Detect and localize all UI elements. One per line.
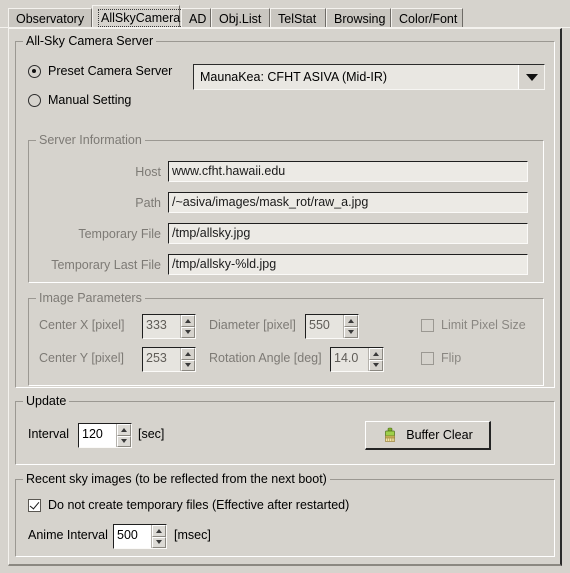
center-y-value: 253	[146, 351, 167, 365]
tab-colorfont[interactable]: Color/Font	[391, 8, 463, 28]
anime-interval-decrement-button[interactable]	[152, 536, 166, 548]
limit-pixel-size-checkbox[interactable]: Limit Pixel Size	[421, 318, 526, 332]
center-x-value: 333	[146, 318, 167, 332]
rotation-angle-decrement-button[interactable]	[369, 359, 383, 371]
checkbox-unchecked-icon	[421, 351, 434, 365]
triangle-down-icon	[185, 330, 191, 335]
anime-interval-spinner[interactable]: 500	[113, 524, 167, 549]
tab-bar: Observatory AllSkyCamera AD Obj.List Tel…	[0, 0, 570, 28]
anime-interval-value: 500	[117, 528, 138, 542]
center-y-spinner[interactable]: 253	[142, 347, 196, 372]
triangle-down-icon	[373, 363, 379, 368]
checkbox-checked-icon	[28, 498, 41, 512]
rotation-angle-value: 14.0	[334, 351, 359, 365]
path-label: Path	[135, 196, 161, 210]
checkbox-unchecked-icon	[421, 318, 434, 332]
rotation-angle-label: Rotation Angle [deg]	[209, 351, 322, 365]
flip-checkbox[interactable]: Flip	[421, 351, 461, 365]
buffer-clear-button[interactable]: Buffer Clear	[365, 421, 491, 450]
center-x-label: Center X [pixel]	[39, 318, 125, 332]
dropdown-selected-value: MaunaKea: CFHT ASIVA (Mid-IR)	[200, 70, 388, 84]
group-title-update: Update	[23, 394, 70, 408]
interval-unit-label: [sec]	[138, 427, 165, 441]
interval-label: Interval	[28, 427, 69, 441]
temporary-file-field[interactable]: /tmp/allsky.jpg	[168, 223, 528, 244]
triangle-down-icon	[348, 330, 354, 335]
tab-allskycamera[interactable]: AllSkyCamera	[92, 5, 184, 28]
preset-camera-server-dropdown[interactable]: MaunaKea: CFHT ASIVA (Mid-IR)	[193, 64, 545, 90]
triangle-up-icon	[348, 318, 354, 323]
interval-spinner[interactable]: 120	[78, 423, 132, 448]
center-y-decrement-button[interactable]	[181, 359, 195, 371]
chevron-down-icon[interactable]	[518, 65, 544, 89]
temporary-file-label: Temporary File	[78, 227, 161, 241]
group-title-server: All-Sky Camera Server	[23, 34, 157, 48]
host-field[interactable]: www.cfht.hawaii.edu	[168, 161, 528, 182]
image-parameters-group: Image Parameters Center X [pixel] 333 Ce…	[28, 291, 544, 386]
triangle-down-icon	[121, 439, 127, 444]
radio-selected-icon	[28, 64, 41, 78]
limit-pixel-size-label: Limit Pixel Size	[441, 318, 526, 332]
no-temp-files-checkbox[interactable]: Do not create temporary files (Effective…	[28, 498, 349, 512]
interval-value: 120	[82, 427, 103, 441]
center-y-label: Center Y [pixel]	[39, 351, 125, 365]
allsky-camera-server-group: All-Sky Camera Server Preset Camera Serv…	[15, 34, 555, 388]
diameter-spinner[interactable]: 550	[305, 314, 359, 339]
anime-interval-increment-button[interactable]	[152, 525, 166, 537]
interval-decrement-button[interactable]	[117, 435, 131, 447]
manual-setting-radio[interactable]: Manual Setting	[28, 93, 131, 107]
triangle-up-icon	[156, 528, 162, 533]
group-title-server-info: Server Information	[36, 133, 145, 147]
tab-objlist[interactable]: Obj.List	[211, 8, 270, 28]
rotation-angle-increment-button[interactable]	[369, 348, 383, 360]
group-title-image-params: Image Parameters	[36, 291, 145, 305]
group-title-recent: Recent sky images (to be reflected from …	[23, 472, 330, 486]
anime-interval-label: Anime Interval	[28, 528, 108, 542]
temporary-last-file-label: Temporary Last File	[51, 258, 161, 272]
diameter-decrement-button[interactable]	[344, 326, 358, 338]
tab-observatory[interactable]: Observatory	[8, 8, 92, 28]
brush-icon	[382, 427, 398, 443]
tab-browsing[interactable]: Browsing	[326, 8, 391, 28]
center-x-decrement-button[interactable]	[181, 326, 195, 338]
tab-telstat[interactable]: TelStat	[270, 8, 326, 28]
diameter-value: 550	[309, 318, 330, 332]
manual-setting-label: Manual Setting	[48, 93, 132, 107]
update-group: Update Interval 120 [sec] Buffer Clear	[15, 394, 555, 465]
center-x-increment-button[interactable]	[181, 315, 195, 327]
flip-label: Flip	[441, 351, 462, 365]
triangle-up-icon	[121, 427, 127, 432]
anime-interval-unit-label: [msec]	[174, 528, 211, 542]
triangle-up-icon	[185, 318, 191, 323]
tab-ad[interactable]: AD	[181, 8, 211, 28]
diameter-increment-button[interactable]	[344, 315, 358, 327]
center-x-spinner[interactable]: 333	[142, 314, 196, 339]
preset-camera-server-radio[interactable]: Preset Camera Server	[28, 64, 172, 78]
allskycamera-panel: All-Sky Camera Server Preset Camera Serv…	[8, 28, 562, 566]
triangle-up-icon	[185, 351, 191, 356]
rotation-angle-spinner[interactable]: 14.0	[330, 347, 384, 372]
server-information-group: Server Information Host www.cfht.hawaii.…	[28, 133, 544, 283]
path-field[interactable]: /~asiva/images/mask_rot/raw_a.jpg	[168, 192, 528, 213]
interval-increment-button[interactable]	[117, 424, 131, 436]
temporary-last-file-field[interactable]: /tmp/allsky-%ld.jpg	[168, 254, 528, 275]
buffer-clear-label: Buffer Clear	[406, 428, 473, 442]
host-label: Host	[135, 165, 161, 179]
triangle-down-icon	[156, 540, 162, 545]
no-temp-files-label: Do not create temporary files (Effective…	[48, 498, 350, 512]
diameter-label: Diameter [pixel]	[209, 318, 296, 332]
triangle-up-icon	[373, 351, 379, 356]
center-y-increment-button[interactable]	[181, 348, 195, 360]
recent-sky-images-group: Recent sky images (to be reflected from …	[15, 472, 555, 557]
radio-unselected-icon	[28, 93, 41, 107]
triangle-down-icon	[185, 363, 191, 368]
preset-camera-server-label: Preset Camera Server	[48, 64, 173, 78]
